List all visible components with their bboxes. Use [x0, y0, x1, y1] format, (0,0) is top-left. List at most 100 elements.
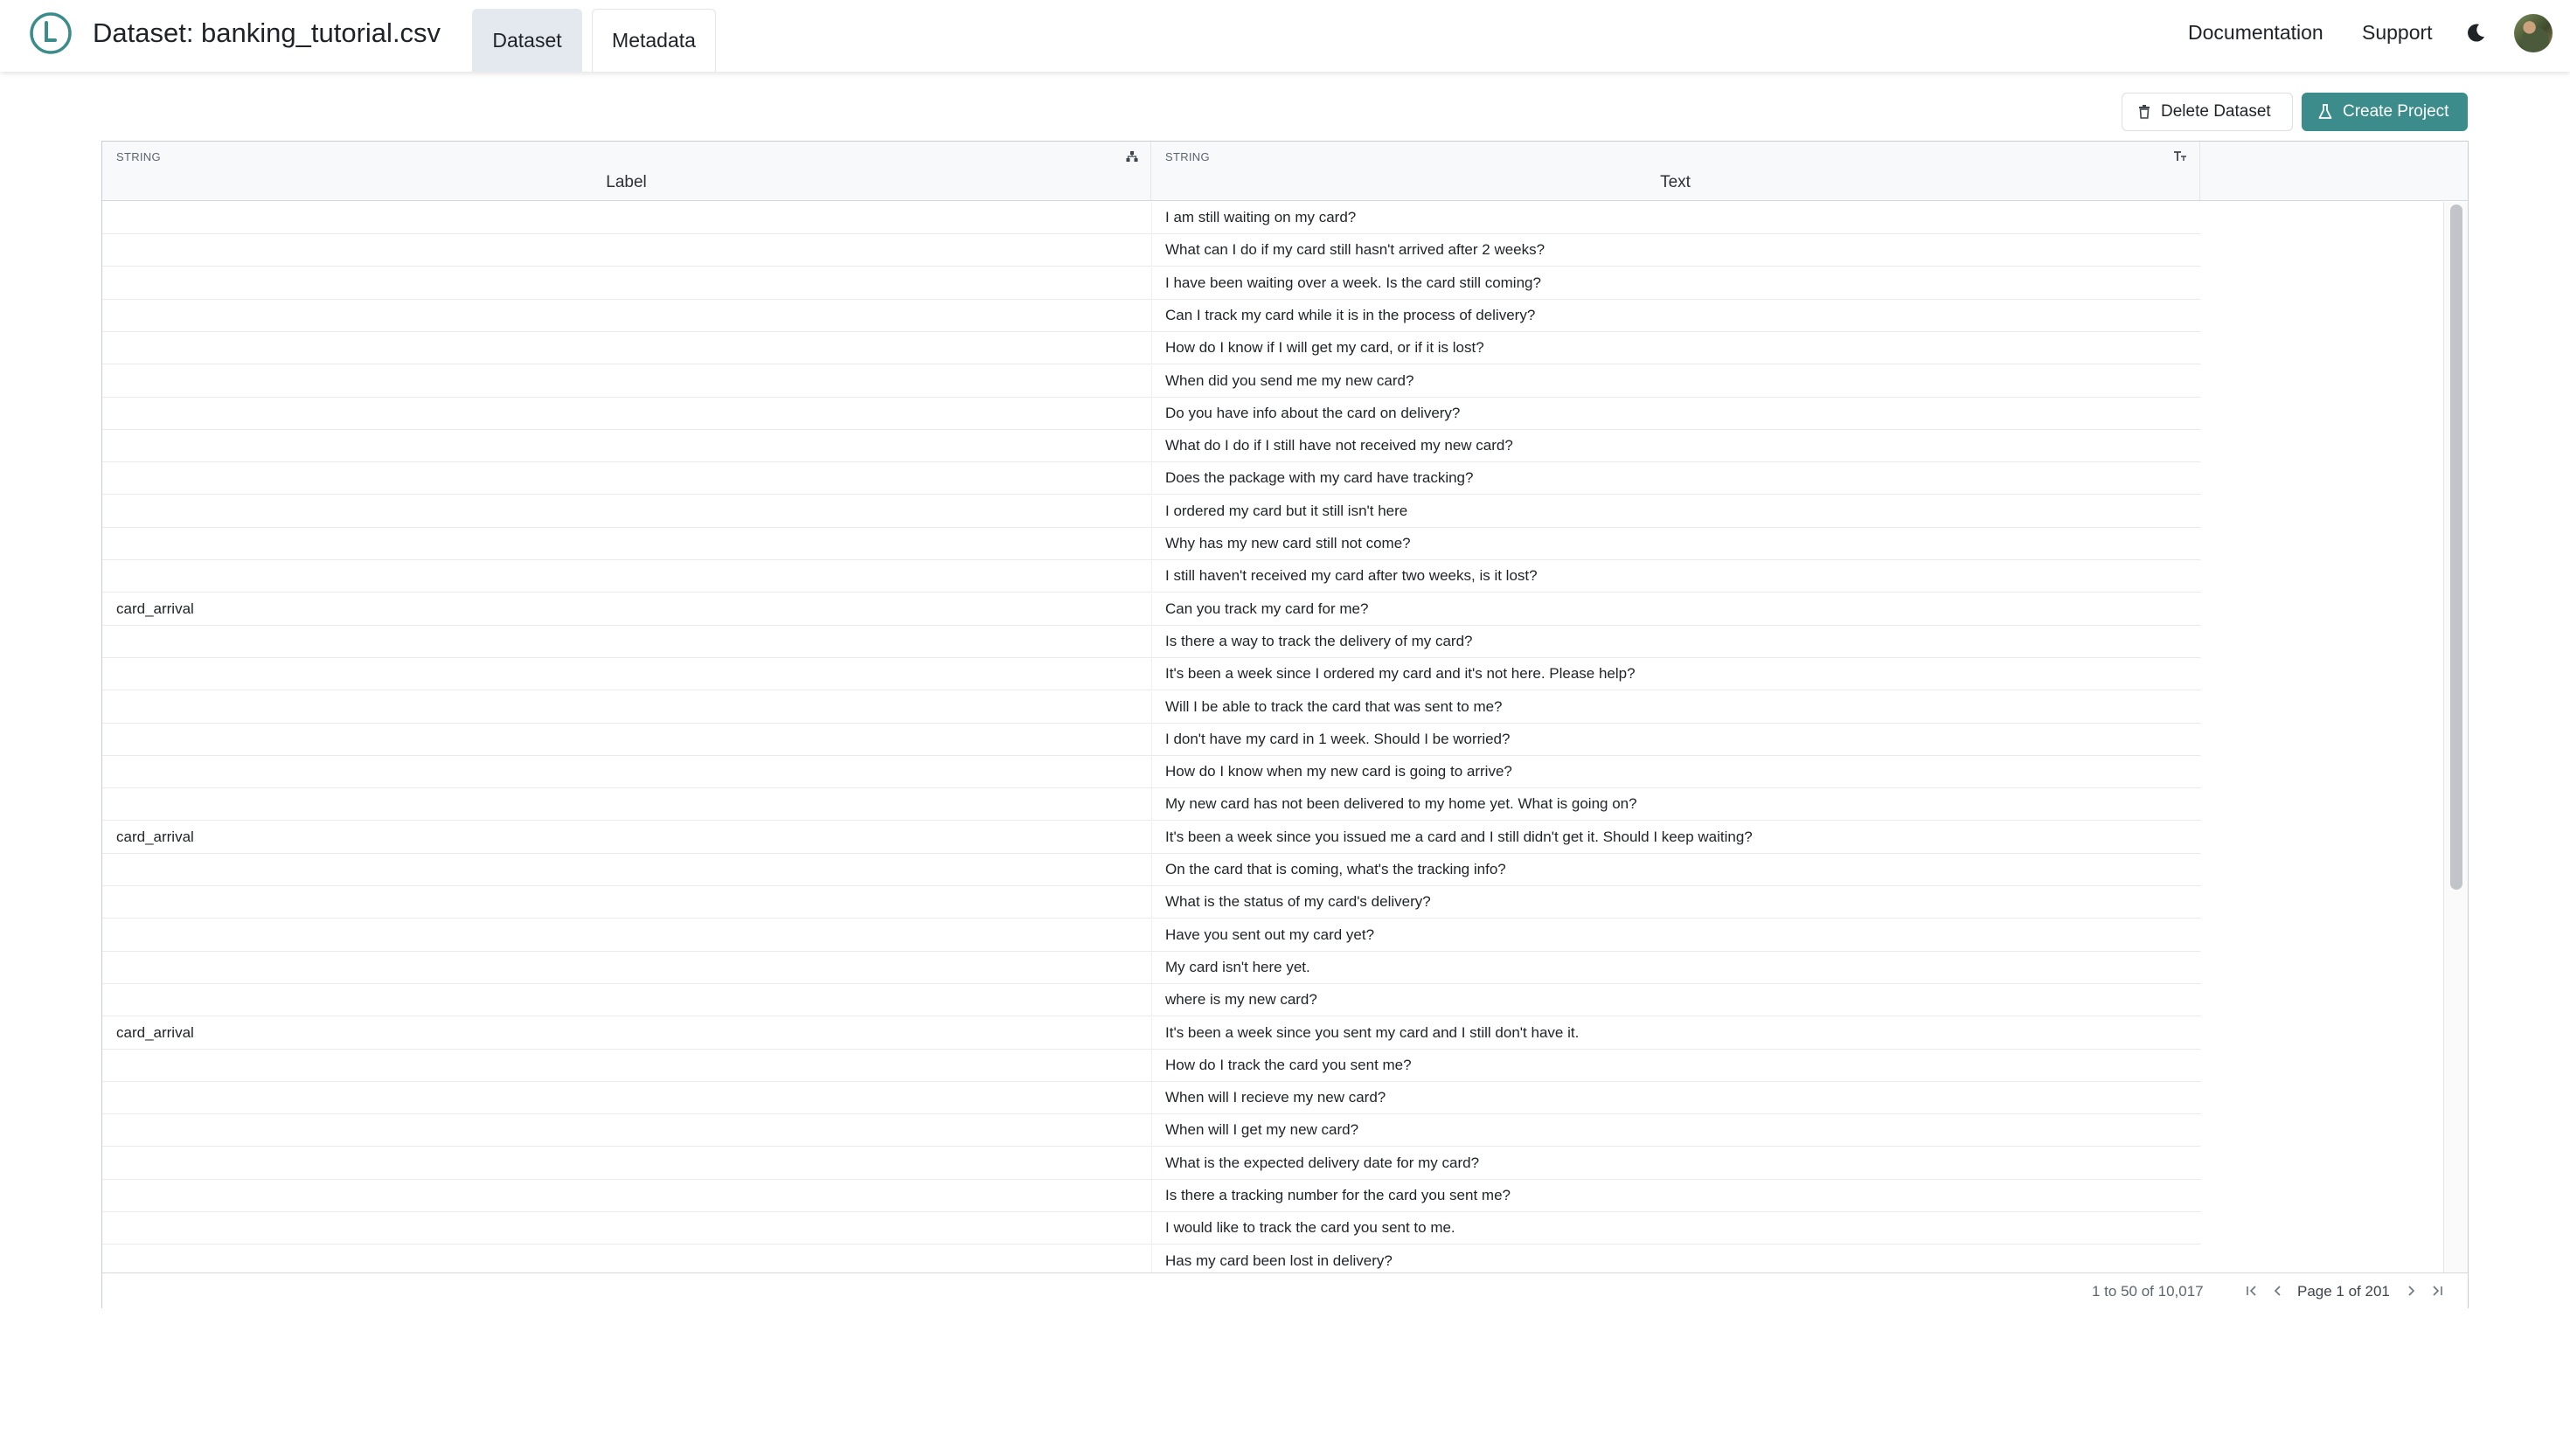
cell-text[interactable]: How do I track the card you sent me? — [1165, 1057, 1412, 1074]
cell-text[interactable]: It's been a week since you sent my card … — [1165, 1024, 1579, 1042]
cell-text[interactable]: When did you send me my new card? — [1165, 372, 1414, 390]
column-divider — [1151, 756, 1152, 789]
cell-label[interactable]: card_arrival — [116, 600, 194, 618]
table-row[interactable]: card_arrival It's been a week since you s… — [102, 1016, 2200, 1050]
column-divider — [1151, 1147, 1152, 1180]
table-row[interactable]: I still haven't received my card after t… — [102, 560, 2200, 593]
table-row[interactable]: How do I know when my new card is going … — [102, 756, 2200, 789]
cell-text[interactable]: It's been a week since I ordered my card… — [1165, 665, 1636, 683]
logo-icon[interactable] — [28, 10, 73, 56]
table-row[interactable]: When will I get my new card? — [102, 1114, 2200, 1147]
scrollbar-thumb[interactable] — [2450, 205, 2462, 890]
cell-text[interactable]: Has my card been lost in delivery? — [1165, 1252, 1393, 1270]
table-row[interactable]: What is the status of my card's delivery… — [102, 886, 2200, 919]
table-row[interactable]: where is my new card? — [102, 984, 2200, 1017]
column-header-label[interactable]: STRING Label — [102, 142, 1151, 200]
table-row[interactable]: card_arrival Can you track my card for me… — [102, 593, 2200, 626]
cell-text[interactable]: I ordered my card but it still isn't her… — [1165, 503, 1407, 520]
cell-text[interactable]: Do you have info about the card on deliv… — [1165, 405, 1460, 422]
column-type: STRING — [116, 150, 161, 163]
table-row[interactable]: It's been a week since I ordered my card… — [102, 658, 2200, 691]
cell-text[interactable]: Can I track my card while it is in the p… — [1165, 307, 1535, 324]
table-row[interactable]: When will I recieve my new card? — [102, 1082, 2200, 1115]
cell-text[interactable]: I don't have my card in 1 week. Should I… — [1165, 731, 1510, 748]
column-divider — [1151, 984, 1152, 1017]
previous-page-icon[interactable] — [2268, 1280, 2288, 1301]
cell-text[interactable]: Have you sent out my card yet? — [1165, 926, 1374, 944]
table-row[interactable]: How do I track the card you sent me? — [102, 1049, 2200, 1082]
table-row[interactable]: When did you send me my new card? — [102, 364, 2200, 398]
cell-text[interactable]: Why has my new card still not come? — [1165, 535, 1411, 552]
cell-text[interactable]: How do I know when my new card is going … — [1165, 763, 1512, 780]
cell-text[interactable]: What can I do if my card still hasn't ar… — [1165, 241, 1545, 259]
cell-text[interactable]: My new card has not been delivered to my… — [1165, 795, 1637, 813]
tab-metadata[interactable]: Metadata — [592, 9, 716, 72]
cell-text[interactable]: What is the status of my card's delivery… — [1165, 893, 1431, 911]
next-page-icon[interactable] — [2401, 1280, 2421, 1301]
first-page-icon[interactable] — [2242, 1280, 2261, 1301]
table-row[interactable]: Can I track my card while it is in the p… — [102, 299, 2200, 332]
avatar[interactable] — [2514, 14, 2553, 52]
cell-text[interactable]: I am still waiting on my card? — [1165, 209, 1356, 226]
moon-icon[interactable] — [2463, 21, 2488, 45]
cell-text[interactable]: When will I recieve my new card? — [1165, 1089, 1386, 1106]
table-row[interactable]: I ordered my card but it still isn't her… — [102, 495, 2200, 528]
cell-text[interactable]: When will I get my new card? — [1165, 1121, 1358, 1139]
table-row[interactable]: What is the expected delivery date for m… — [102, 1147, 2200, 1180]
documentation-link[interactable]: Documentation — [2188, 21, 2323, 45]
column-divider — [1151, 267, 1152, 300]
cell-text[interactable]: My card isn't here yet. — [1165, 959, 1310, 976]
table-row[interactable]: My new card has not been delivered to my… — [102, 788, 2200, 822]
table-row[interactable]: What can I do if my card still hasn't ar… — [102, 234, 2200, 267]
table-row[interactable]: I don't have my card in 1 week. Should I… — [102, 723, 2200, 756]
cell-text[interactable]: I would like to track the card you sent … — [1165, 1219, 1455, 1237]
table-row[interactable]: Does the package with my card have track… — [102, 462, 2200, 496]
last-page-icon[interactable] — [2428, 1280, 2447, 1301]
column-divider — [1151, 951, 1152, 984]
table-row[interactable]: Is there a way to track the delivery of … — [102, 625, 2200, 658]
cell-text[interactable]: I still haven't received my card after t… — [1165, 567, 1538, 585]
table-row[interactable]: Why has my new card still not come? — [102, 528, 2200, 560]
column-divider — [1151, 1016, 1152, 1050]
table-row[interactable]: I would like to track the card you sent … — [102, 1212, 2200, 1245]
column-header-text[interactable]: STRING Text — [1151, 142, 2200, 200]
table-row[interactable]: On the card that is coming, what's the t… — [102, 854, 2200, 886]
table-row[interactable]: Have you sent out my card yet? — [102, 919, 2200, 952]
table-row[interactable]: My card isn't here yet. — [102, 951, 2200, 984]
table-row[interactable]: Do you have info about the card on deliv… — [102, 397, 2200, 430]
top-bar: Dataset: banking_tutorial.csv Dataset Me… — [0, 0, 2570, 72]
cell-text[interactable]: On the card that is coming, what's the t… — [1165, 861, 1506, 878]
column-divider — [1151, 462, 1152, 496]
cell-text[interactable]: What is the expected delivery date for m… — [1165, 1154, 1479, 1172]
cell-text[interactable]: What do I do if I still have not receive… — [1165, 437, 1513, 454]
cell-label[interactable]: card_arrival — [116, 829, 194, 846]
cell-text[interactable]: Will I be able to track the card that wa… — [1165, 698, 1503, 716]
table-row[interactable]: I am still waiting on my card? — [102, 202, 2200, 234]
table-row[interactable]: Has my card been lost in delivery? — [102, 1245, 2200, 1272]
cell-text[interactable]: It's been a week since you issued me a c… — [1165, 829, 1753, 846]
tab-dataset[interactable]: Dataset — [472, 9, 582, 72]
cell-text[interactable]: I have been waiting over a week. Is the … — [1165, 274, 1541, 292]
table-row[interactable]: card_arrival It's been a week since you i… — [102, 821, 2200, 854]
table-row[interactable]: Is there a tracking number for the card … — [102, 1180, 2200, 1212]
table-row[interactable]: How do I know if I will get my card, or … — [102, 332, 2200, 365]
cell-text[interactable]: Is there a tracking number for the card … — [1165, 1187, 1511, 1204]
grid-body[interactable]: I am still waiting on my card? What can I… — [102, 202, 2468, 1272]
cell-text[interactable]: Can you track my card for me? — [1165, 600, 1368, 618]
column-divider — [1151, 364, 1152, 398]
cell-label[interactable]: card_arrival — [116, 1024, 194, 1042]
cell-text[interactable]: Is there a way to track the delivery of … — [1165, 633, 1472, 650]
table-row[interactable]: What do I do if I still have not receive… — [102, 430, 2200, 463]
column-divider — [1151, 1180, 1152, 1212]
table-row[interactable]: Will I be able to track the card that wa… — [102, 690, 2200, 724]
delete-dataset-label: Delete Dataset — [2161, 102, 2271, 121]
create-project-button[interactable]: Create Project — [2302, 93, 2468, 131]
data-grid: STRING Label STRING Text I am still wait… — [101, 141, 2469, 1308]
support-link[interactable]: Support — [2362, 21, 2433, 45]
cell-text[interactable]: where is my new card? — [1165, 991, 1317, 1009]
delete-dataset-button[interactable]: Delete Dataset — [2122, 93, 2293, 131]
table-row[interactable]: I have been waiting over a week. Is the … — [102, 267, 2200, 300]
cell-text[interactable]: How do I know if I will get my card, or … — [1165, 339, 1484, 357]
text-type-icon — [2173, 150, 2187, 165]
cell-text[interactable]: Does the package with my card have track… — [1165, 469, 1473, 487]
